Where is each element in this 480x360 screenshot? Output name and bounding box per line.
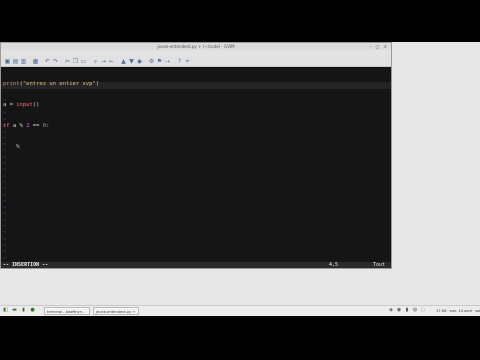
tilde-marker: ~ [3,173,7,180]
tilde-marker: ~ [3,104,7,111]
make-icon[interactable]: ⚙ [148,58,155,65]
clock[interactable]: 17:06 · sun. 14 avril · salut · 9:35 [436,306,480,316]
tilde-marker: ~ [3,98,7,104]
updates-icon[interactable]: ◍ [412,307,418,314]
editor-area[interactable]: print("entrez un entier svp") a = input(… [1,67,391,262]
letterbox-top [0,0,480,42]
tilde-marker: ~ [3,205,7,212]
cut-icon[interactable]: ✂ [64,58,71,65]
tilde-marker: ~ [3,198,7,205]
tilde-marker: ~ [3,148,7,155]
tilde-marker: ~ [3,123,7,130]
find-prev-icon[interactable]: ← [108,58,115,65]
tilde-marker: ~ [3,135,7,142]
code-line-2: a = input() [3,102,40,108]
cursor-position: 4,5 [329,262,339,268]
copy-icon[interactable]: ❐ [72,58,79,65]
tilde-marker: ~ [3,211,7,218]
run-script-icon[interactable]: ◆ [136,58,143,65]
status-line: -- INSERTION -- 4,5 Tout [1,262,391,268]
notifications-icon[interactable]: ◌ [420,307,426,314]
tilde-marker: ~ [3,236,7,243]
network-icon[interactable]: ◈ [388,307,394,314]
volume-icon[interactable]: ◉ [396,307,402,314]
scroll-position: Tout [372,262,385,268]
tilde-marker: ~ [3,242,7,249]
save-session-icon[interactable]: ▼ [128,58,135,65]
minimize-button[interactable]: – [369,44,371,49]
find-icon[interactable]: ⌕ [92,58,99,65]
find-next-icon[interactable]: → [100,58,107,65]
tilde-marker: ~ [3,161,7,167]
tilde-marker: ~ [3,167,7,174]
tilde-marker: ~ [3,255,7,262]
tilde-marker: ~ [3,110,7,117]
terminal-icon[interactable]: ▮ [20,307,27,314]
tilde-marker: ~ [3,154,7,161]
code-line-3: if a % 2 == 0: [3,123,50,129]
print-icon[interactable]: ▦ [32,58,39,65]
code-line-4: % [3,144,20,150]
window-controls: – □ × [366,44,387,49]
tilde-marker: ~ [3,192,7,199]
find-help-icon[interactable]: ⌖ [184,58,191,65]
redo-icon[interactable]: ↷ [52,58,59,65]
tilde-marker: ~ [3,217,7,224]
title-bar[interactable]: jeune-entendent.py + (~/code) - GVIM – □… [1,43,391,50]
save-icon[interactable]: ▤ [12,58,19,65]
jump-tag-icon[interactable]: ⇢ [164,58,171,65]
browser-icon[interactable]: ● [29,307,36,314]
build-tags-icon[interactable]: ⚑ [156,58,163,65]
tilde-marker: ~ [3,116,7,123]
code-line-1: print("entrez un entier svp") [3,81,100,87]
gvim-window[interactable]: jeune-entendent.py + (~/code) - GVIM – □… [0,42,392,269]
paste-icon[interactable]: ▭ [80,58,87,65]
close-button[interactable]: × [384,44,387,49]
tilde-marker: ~ [3,224,7,230]
maximize-button[interactable]: □ [376,44,380,49]
save-all-icon[interactable]: ▥ [20,58,27,65]
open-icon[interactable]: ▣ [4,58,11,65]
letterbox-bottom [0,316,480,360]
taskbar: ◧ ▬ ▮ ● terminal - Josefinyn - xo jeune-… [0,305,480,316]
tilde-marker: ~ [3,179,7,186]
tilde-marker: ~ [3,249,7,256]
undo-icon[interactable]: ↶ [44,58,51,65]
tilde-marker: ~ [3,129,7,136]
window-title: jeune-entendent.py + (~/code) - GVIM [157,44,235,49]
help-icon[interactable]: ? [176,58,183,65]
code-buffer[interactable]: print("entrez un entier svp") a = input(… [3,67,99,165]
task-terminal[interactable]: terminal - Josefinyn - xo [44,307,90,315]
files-icon[interactable]: ▬ [11,307,18,314]
tilde-marker: ~ [3,230,7,237]
menu-icon[interactable]: ◧ [2,307,9,314]
tilde-marker: ~ [3,186,7,193]
tilde-marker: ~ [3,142,7,149]
load-session-icon[interactable]: ▲ [120,58,127,65]
toolbar: ▣ ▤ ▥ ▦ ↶ ↷ ✂ ❐ ▭ ⌕ → ← ▲ ▼ ◆ ⚙ ⚑ ⇢ ? ⌖ [1,56,391,67]
mode-indicator: -- INSERTION -- [3,262,49,268]
task-gvim[interactable]: jeune-entendent.py + (~/code) - GVIM [93,307,139,315]
battery-icon[interactable]: ▮ [404,307,410,314]
